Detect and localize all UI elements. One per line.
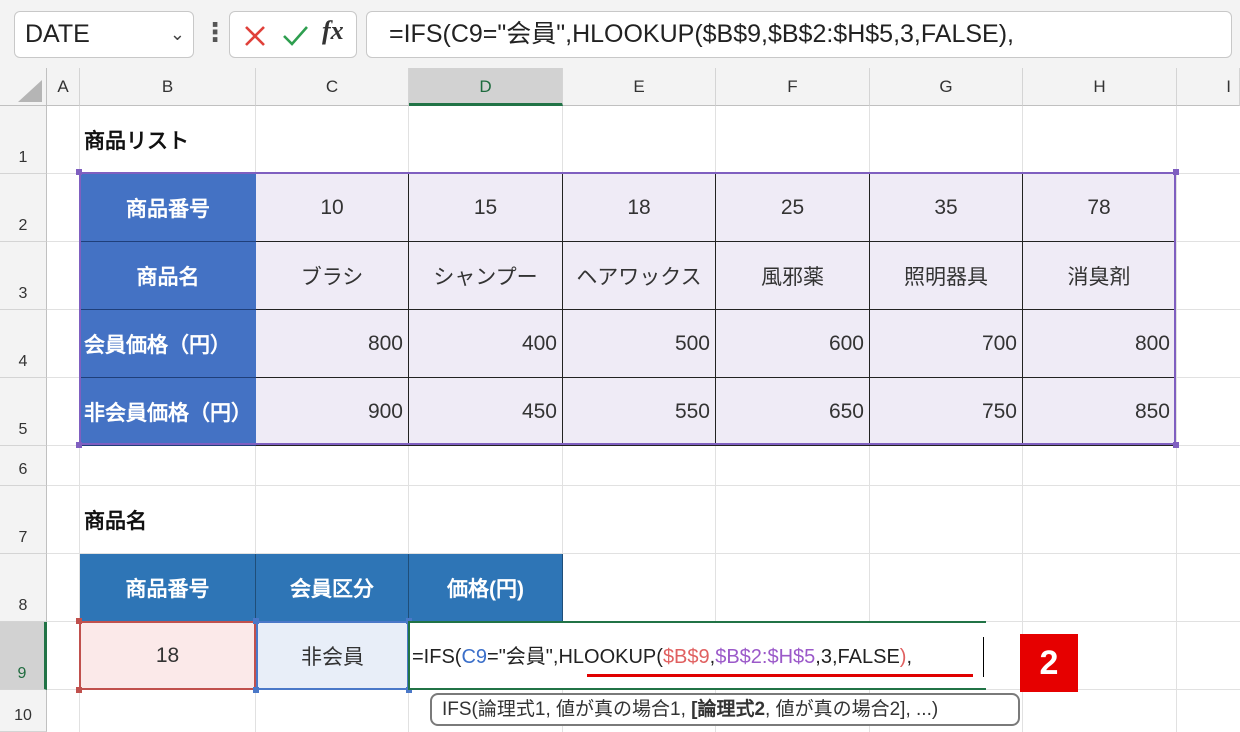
- column-header-g[interactable]: G: [870, 68, 1023, 106]
- cancel-icon[interactable]: [240, 18, 270, 52]
- ref-handle[interactable]: [76, 618, 82, 624]
- cell-b9-product-number[interactable]: 18: [79, 621, 256, 690]
- more-options-icon[interactable]: ⋮: [202, 16, 228, 48]
- row-header-2[interactable]: 2: [0, 174, 47, 242]
- cell-c9-member-type[interactable]: 非会員: [256, 621, 409, 690]
- column-header-b[interactable]: B: [80, 68, 256, 106]
- column-header-e[interactable]: E: [563, 68, 716, 106]
- cell-b1-list-title[interactable]: 商品リスト: [80, 106, 255, 173]
- tooltip-current-argument: [論理式2: [691, 699, 766, 720]
- column-header-a[interactable]: A: [47, 68, 80, 106]
- cell-d8-header[interactable]: 価格(円): [409, 554, 563, 622]
- column-header-c[interactable]: C: [256, 68, 409, 106]
- range-reference-outline: [79, 172, 1176, 445]
- row-header-4[interactable]: 4: [0, 310, 47, 378]
- formula-token: ,: [906, 646, 913, 668]
- gridline: [1176, 106, 1177, 732]
- formula-token: ,3,FALSE: [815, 646, 900, 668]
- step-number-badge: 2: [1020, 634, 1078, 692]
- column-header-h[interactable]: H: [1023, 68, 1177, 106]
- ref-handle[interactable]: [253, 687, 259, 693]
- formula-ref-range: $B$2:$H$5: [715, 646, 816, 668]
- enter-check-icon[interactable]: [280, 18, 310, 52]
- tooltip-text: IFS(論理式1, 値が真の場合1,: [442, 699, 692, 720]
- range-handle[interactable]: [1173, 169, 1179, 175]
- formula-buttons: fx: [229, 11, 357, 58]
- range-handle[interactable]: [1173, 442, 1179, 448]
- cell-c8-header[interactable]: 会員区分: [256, 554, 409, 622]
- row-header-5[interactable]: 5: [0, 378, 47, 446]
- cell-d9-editing-formula[interactable]: =IFS(C9="会員",HLOOKUP($B$9, $B$2:$H$5,3,FA…: [412, 640, 912, 669]
- column-header-d[interactable]: D: [409, 68, 563, 106]
- row-header-6[interactable]: 6: [0, 446, 47, 486]
- row-header-3[interactable]: 3: [0, 242, 47, 310]
- insert-function-icon[interactable]: fx: [322, 16, 344, 46]
- chevron-down-icon[interactable]: ⌄: [170, 12, 185, 57]
- tooltip-text: , 値が真の場合2], ...): [765, 699, 939, 720]
- formula-token: HLOOKUP(: [558, 646, 663, 668]
- row-header-1[interactable]: 1: [0, 106, 47, 174]
- column-header-f[interactable]: F: [716, 68, 870, 106]
- highlight-underline: [587, 674, 973, 677]
- row-header-9[interactable]: 9: [0, 622, 47, 690]
- formula-ref-c9: C9: [461, 646, 488, 668]
- cell-b8-header[interactable]: 商品番号: [80, 554, 256, 622]
- name-box-value: DATE: [25, 20, 90, 48]
- cell-b7-lookup-title[interactable]: 商品名: [80, 486, 255, 553]
- row-header-8[interactable]: 8: [0, 554, 47, 622]
- ref-handle[interactable]: [76, 687, 82, 693]
- formula-bar: DATE ⌄ ⋮ fx =IFS(C9="会員",HLOOKUP($B$9,$B…: [0, 0, 1240, 68]
- formula-ref-b9: $B$9: [662, 646, 710, 668]
- range-handle[interactable]: [76, 169, 82, 175]
- formula-token: =IFS(: [412, 646, 462, 668]
- formula-input[interactable]: =IFS(C9="会員",HLOOKUP($B$9,$B$2:$H$5,3,FA…: [366, 11, 1232, 58]
- row-header-7[interactable]: 7: [0, 486, 47, 554]
- ref-handle[interactable]: [253, 618, 259, 624]
- text-cursor: [983, 637, 984, 677]
- name-box[interactable]: DATE ⌄: [14, 11, 194, 58]
- select-all-triangle-icon: [18, 80, 42, 102]
- function-argument-tooltip[interactable]: IFS(論理式1, 値が真の場合1, [論理式2, 値が真の場合2], ...): [430, 693, 1020, 726]
- column-header-i[interactable]: I: [1177, 68, 1240, 106]
- range-handle[interactable]: [76, 442, 82, 448]
- formula-token: ="会員",: [487, 646, 559, 668]
- row-header-10[interactable]: 10: [0, 690, 47, 732]
